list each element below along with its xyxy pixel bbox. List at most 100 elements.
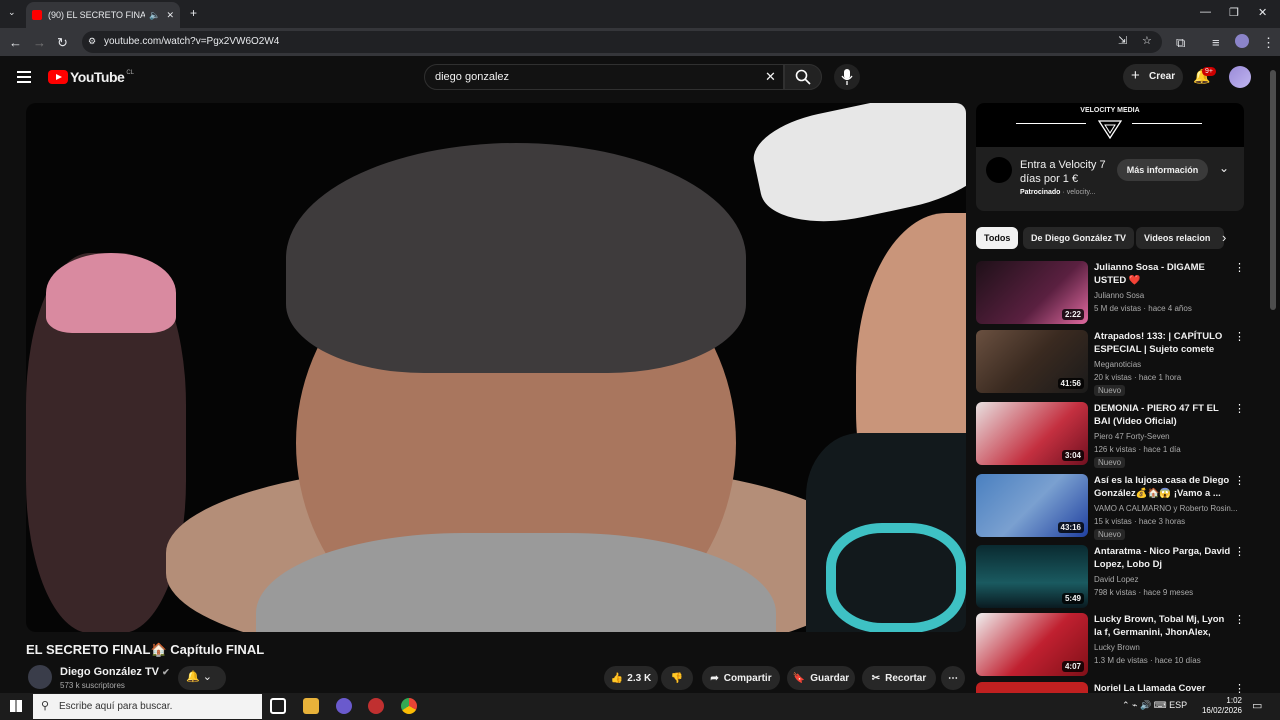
chrome-icon[interactable]: [401, 698, 417, 714]
subscribed-bell-button[interactable]: 🔔 ⌄: [178, 666, 226, 690]
address-bar[interactable]: ⚙ youtube.com/watch?v=Pgx2VW6O2W4 ⇲ ☆: [82, 31, 1162, 53]
chip-from-channel[interactable]: De Diego González TV: [1023, 227, 1135, 249]
ad-expand-icon[interactable]: ⌄: [1219, 161, 1229, 175]
rec-title[interactable]: Atrapados! 133: | CAPÍTULO ESPECIAL | Su…: [1094, 330, 1234, 357]
chips-next-icon[interactable]: ›: [1222, 230, 1226, 245]
rec-title[interactable]: DEMONIA - PIERO 47 FT EL BAI (Video Ofic…: [1094, 402, 1234, 428]
close-tab-icon[interactable]: ✕: [166, 10, 174, 21]
taskbar-clock[interactable]: 1:02 16/02/2026: [1200, 696, 1242, 716]
video-thumbnail[interactable]: 5:49: [976, 545, 1088, 608]
save-label: Guardar: [810, 672, 850, 684]
recommended-video[interactable]: 5:49 Antaratma - Nico Parga, David Lopez…: [976, 545, 1246, 609]
chip-related[interactable]: Videos relacion: [1136, 227, 1224, 249]
windows-start-icon[interactable]: [10, 700, 22, 712]
rec-channel[interactable]: Meganoticias: [1094, 360, 1244, 369]
clear-search-icon[interactable]: ✕: [765, 69, 776, 85]
rec-title[interactable]: Lucky Brown, Tobal Mj, Lyon la f, German…: [1094, 613, 1234, 640]
ad-headline: Entra a Velocity 7 días por 1 €: [1020, 159, 1106, 185]
taskbar-search[interactable]: ⚲ Escribe aquí para buscar.: [33, 694, 262, 719]
rec-channel[interactable]: David Lopez: [1094, 575, 1244, 584]
video-thumbnail[interactable]: 41:56: [976, 330, 1088, 393]
video-thumbnail[interactable]: 4:07: [976, 613, 1088, 676]
create-button[interactable]: + Crear: [1123, 64, 1183, 90]
recommended-video[interactable]: Noriel La Llamada Cover Audio ⋮: [976, 682, 1246, 693]
video-thumbnail[interactable]: 3:04: [976, 402, 1088, 465]
save-button[interactable]: 🔖 Guardar: [787, 666, 855, 690]
tab-title: (90) EL SECRETO FINAL🏠 C: [48, 9, 146, 20]
like-button[interactable]: 👍 2.3 K: [604, 666, 658, 690]
account-avatar[interactable]: [1229, 66, 1251, 88]
more-actions-button[interactable]: ⋯: [941, 666, 965, 690]
recommended-video[interactable]: 4:07 Lucky Brown, Tobal Mj, Lyon la f, G…: [976, 613, 1246, 677]
sponsored-ad[interactable]: VELOCITY MEDIA Entra a Velocity 7 días p…: [976, 103, 1244, 211]
rec-title[interactable]: Noriel La Llamada Cover Audio: [1094, 682, 1234, 693]
rec-channel[interactable]: VAMO A CALMARNO y Roberto Rosin...: [1094, 504, 1244, 513]
media-icon[interactable]: ≡: [1212, 35, 1220, 50]
reload-icon[interactable]: ↻: [57, 35, 68, 51]
extensions-icon[interactable]: ⧉: [1176, 35, 1185, 51]
clip-button[interactable]: ✂ Recortar: [862, 666, 936, 690]
rec-title[interactable]: Así es la lujosa casa de Diego González💰…: [1094, 474, 1234, 500]
duration-badge: 5:49: [1061, 593, 1084, 604]
audio-icon[interactable]: 🔈: [149, 10, 160, 21]
file-explorer-icon[interactable]: [303, 698, 319, 714]
rec-channel[interactable]: Lucky Brown: [1094, 643, 1244, 652]
forward-icon[interactable]: →: [33, 35, 46, 50]
menu-kebab-icon[interactable]: ⋮: [1262, 35, 1275, 51]
rec-channel[interactable]: Julianno Sosa: [1094, 291, 1244, 300]
search-button[interactable]: [784, 64, 822, 90]
rec-title[interactable]: Antaratma - Nico Parga, David Lopez, Lob…: [1094, 545, 1234, 571]
back-icon[interactable]: ←: [9, 35, 22, 50]
bookmark-star-icon[interactable]: ☆: [1142, 34, 1152, 47]
notification-center-icon[interactable]: ▭: [1252, 699, 1262, 712]
rec-meta: 798 k vistas · hace 9 meses: [1094, 588, 1194, 597]
thumbs-down-icon: 👎: [670, 672, 684, 684]
page-scrollbar[interactable]: [1270, 70, 1276, 310]
recommended-video[interactable]: 2:22 Julianno Sosa - DIGAME USTED ❤️ Jul…: [976, 261, 1246, 325]
share-button[interactable]: ➦ Compartir: [702, 666, 780, 690]
video-thumbnail[interactable]: 43:16: [976, 474, 1088, 537]
channel-name[interactable]: Diego González TV ✔: [60, 666, 170, 678]
install-icon[interactable]: ⇲: [1118, 34, 1127, 47]
recommended-video[interactable]: 43:16 Así es la lujosa casa de Diego Gon…: [976, 474, 1246, 540]
rec-menu-icon[interactable]: ⋮: [1234, 402, 1245, 415]
voice-search-button[interactable]: [834, 64, 860, 90]
minimize-icon[interactable]: —: [1200, 6, 1211, 18]
rec-menu-icon[interactable]: ⋮: [1234, 545, 1245, 558]
rec-title[interactable]: Julianno Sosa - DIGAME USTED ❤️: [1094, 261, 1234, 287]
discord-icon[interactable]: [336, 698, 352, 714]
chevron-down-icon: ⌄: [202, 671, 212, 683]
chip-all[interactable]: Todos: [976, 227, 1019, 249]
site-info-icon[interactable]: ⚙: [88, 36, 96, 47]
tab-search-icon[interactable]: ⌄: [8, 7, 16, 18]
channel-avatar[interactable]: [28, 665, 52, 689]
rec-channel[interactable]: Piero 47 Forty-Seven: [1094, 432, 1244, 441]
video-title: EL SECRETO FINAL🏠 Capítulo FINAL: [26, 642, 265, 657]
new-badge: Nuevo: [1094, 529, 1126, 540]
task-view-icon[interactable]: [270, 698, 286, 714]
youtube-logo[interactable]: YouTube CL: [48, 69, 134, 85]
restore-icon[interactable]: ❐: [1229, 6, 1239, 19]
new-tab-icon[interactable]: +: [190, 6, 197, 20]
video-thumbnail[interactable]: [976, 682, 1088, 693]
hamburger-menu-icon[interactable]: [17, 71, 31, 86]
profile-icon[interactable]: [1235, 34, 1249, 48]
ad-cta-button[interactable]: Más información: [1117, 159, 1208, 181]
rec-menu-icon[interactable]: ⋮: [1234, 261, 1245, 274]
dislike-button[interactable]: 👎: [661, 666, 693, 690]
obs-icon[interactable]: [368, 698, 384, 714]
recommended-video[interactable]: 3:04 DEMONIA - PIERO 47 FT EL BAI (Video…: [976, 402, 1246, 468]
recommended-video[interactable]: 41:56 Atrapados! 133: | CAPÍTULO ESPECIA…: [976, 330, 1246, 396]
rec-menu-icon[interactable]: ⋮: [1234, 613, 1245, 626]
more-horiz-icon: ⋯: [948, 672, 958, 684]
duration-badge: 41:56: [1057, 378, 1084, 389]
video-thumbnail[interactable]: 2:22: [976, 261, 1088, 324]
rec-menu-icon[interactable]: ⋮: [1234, 330, 1245, 343]
video-player[interactable]: [26, 103, 966, 632]
rec-menu-icon[interactable]: ⋮: [1234, 682, 1245, 693]
browser-tab[interactable]: (90) EL SECRETO FINAL🏠 C 🔈 ✕: [26, 2, 180, 28]
search-input[interactable]: diego gonzalez ✕: [424, 64, 784, 90]
rec-menu-icon[interactable]: ⋮: [1234, 474, 1245, 487]
close-window-icon[interactable]: ✕: [1258, 6, 1267, 19]
system-tray-icons[interactable]: ⌃ ⌁ 🔊 ⌨ ESP: [1122, 700, 1187, 711]
